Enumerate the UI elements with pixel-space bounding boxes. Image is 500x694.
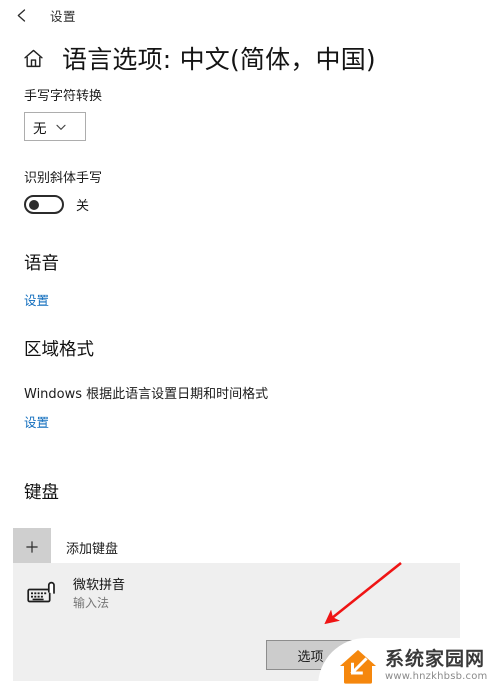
settings-page: 设置 语言选项: 中文(简体，中国) 手写字符转换 无 识别斜体手写 关 语音 …: [0, 0, 500, 694]
handwriting-dropdown[interactable]: 无: [24, 112, 86, 141]
toggle-knob: [29, 199, 39, 210]
region-description: Windows 根据此语言设置日期和时间格式: [24, 387, 269, 402]
cursive-toggle-state: 关: [76, 199, 90, 214]
keyboard-heading: 键盘: [24, 483, 59, 503]
back-arrow-icon[interactable]: [5, 2, 39, 28]
region-heading: 区域格式: [24, 340, 94, 360]
cursive-toggle-row: 关: [24, 195, 500, 214]
settings-content: 手写字符转换 无 识别斜体手写 关 语音 设置 区域格式 Windows 根据此…: [0, 85, 500, 566]
watermark-brand: 系统家园网: [385, 648, 486, 671]
home-icon[interactable]: [18, 43, 48, 73]
keyboard-subtitle: 输入法: [73, 595, 110, 610]
add-keyboard-row[interactable]: 添加键盘: [13, 528, 500, 566]
chevron-down-icon: [55, 121, 67, 133]
keyboard-icon: [25, 579, 63, 609]
add-keyboard-label: 添加键盘: [66, 541, 119, 557]
watermark-url: www.hnzkhbsb.com: [385, 670, 488, 682]
page-title: 语言选项: 中文(简体，中国): [62, 45, 376, 74]
watermark: 系统家园网 www.hnzkhbsb.com: [318, 638, 500, 694]
page-header: 语言选项: 中文(简体，中国): [0, 40, 500, 76]
title-bar: 设置: [0, 0, 500, 30]
handwriting-dropdown-value: 无: [33, 120, 47, 137]
house-arrow-logo: [340, 650, 376, 684]
list-item[interactable]: 微软拼音 输入法: [13, 563, 460, 611]
region-settings-link[interactable]: 设置: [24, 412, 49, 431]
watermark-texts: 系统家园网 www.hnzkhbsb.com: [385, 648, 488, 682]
speech-settings-link[interactable]: 设置: [24, 290, 49, 309]
speech-heading: 语音: [24, 254, 59, 274]
cursive-toggle[interactable]: [24, 195, 64, 214]
titlebar-title: 设置: [50, 8, 77, 24]
plus-icon: [13, 528, 51, 566]
list-item-texts: 微软拼音 输入法: [73, 577, 125, 611]
keyboard-name: 微软拼音: [73, 578, 126, 593]
handwriting-label: 手写字符转换: [24, 89, 103, 104]
cursive-label: 识别斜体手写: [24, 171, 103, 186]
